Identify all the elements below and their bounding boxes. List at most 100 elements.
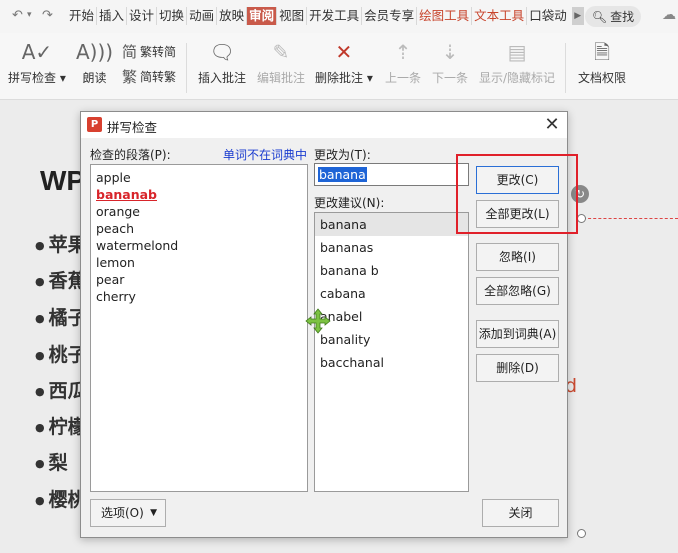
change-to-value: banana [318, 167, 367, 182]
paragraph-line: watermelond [96, 238, 179, 253]
tab[interactable]: 绘图工具 [416, 7, 471, 25]
resize-handle[interactable] [577, 529, 586, 538]
show-hide-markup-button[interactable]: ▤ 显示/隐藏标记 [479, 39, 555, 86]
suggestions-list[interactable]: banana bananas banana b cabana anabel banalit… [314, 212, 469, 492]
search-icon: 🔍︎ [591, 9, 608, 24]
cloud-icon[interactable]: ☁ [662, 7, 676, 23]
doc-permissions-button[interactable]: 🗎 文档权限 [578, 39, 626, 86]
simp-to-trad-button[interactable]: 繁 简转繁 [122, 66, 176, 87]
change-button[interactable]: 更改(C) [476, 166, 559, 194]
move-cursor-icon [305, 308, 331, 334]
previous-comment-button[interactable]: ⇡ 上一条 [385, 39, 421, 86]
suggestion-item[interactable]: banana [315, 213, 468, 236]
read-aloud-label: 朗读 [82, 71, 107, 85]
redo-icon[interactable]: ↷ [42, 8, 53, 23]
ribbon-toolbar: A✓ 拼写检查 ▾ A))) 朗读 简 繁转简 繁 简转繁 🗨 插入批注 ✎ 编… [0, 33, 678, 100]
doc-permissions-icon: 🗎 [593, 40, 611, 64]
paragraph-line: lemon [96, 255, 135, 270]
bullet-item: 柠檬 [35, 412, 87, 439]
misspelled-word: bananab [96, 187, 157, 202]
bullet-item: 樱桃 [35, 485, 87, 512]
edit-comment-button[interactable]: ✎ 编辑批注 [257, 39, 305, 86]
tab[interactable]: 动画 [186, 7, 216, 25]
change-all-button[interactable]: 全部更改(L) [476, 200, 559, 228]
ignore-button[interactable]: 忽略(I) [476, 243, 559, 271]
options-label: 选项(O) [101, 506, 144, 520]
tab[interactable]: 切换 [156, 7, 186, 25]
simp-to-trad-icon: 繁 [122, 68, 138, 86]
dialog-titlebar[interactable]: P 拼写检查 ✕ [81, 112, 567, 138]
chevron-down-icon: ▼ [150, 508, 157, 518]
suggestions-label: 更改建议(N): [314, 196, 385, 210]
tab[interactable]: 开始 [67, 7, 96, 25]
selection-border [583, 218, 678, 219]
spellcheck-icon: A✓ [21, 40, 53, 64]
ribbon-tab-bar: ↶ ▾ ↷ 开始 插入 设计 切换 动画 放映 审阅 视图 开发工具 会员专享 绘图工具 文本工具 口袋… [0, 0, 678, 33]
insert-comment-icon: 🗨 [209, 40, 235, 64]
tab[interactable]: 插入 [96, 7, 126, 25]
simp-to-trad-label: 简转繁 [140, 70, 177, 84]
tab-scroll-right-icon[interactable]: ▶ [571, 7, 584, 25]
edit-comment-icon: ✎ [272, 40, 290, 64]
delete-button[interactable]: 删除(D) [476, 354, 559, 382]
suggestion-item[interactable]: banality [315, 328, 468, 351]
next-icon: ⇣ [441, 40, 459, 64]
spellcheck-button[interactable]: A✓ 拼写检查 ▾ [8, 39, 66, 86]
ribbon-tabs: 开始 插入 设计 切换 动画 放映 审阅 视图 开发工具 会员专享 绘图工具 文本工具 口袋动 ▶ [67, 7, 584, 25]
suggestion-item[interactable]: banana b [315, 259, 468, 282]
paragraph-line: orange [96, 204, 140, 219]
show-hide-markup-label: 显示/隐藏标记 [479, 71, 556, 85]
paragraph-textbox[interactable]: apple bananab orange peach watermelond lemon p… [90, 164, 308, 492]
toolbar-divider [186, 43, 187, 93]
next-label: 下一条 [432, 71, 469, 85]
tab[interactable]: 审阅 [246, 7, 277, 25]
read-aloud-icon: A))) [76, 40, 114, 64]
doc-permissions-label: 文档权限 [578, 71, 627, 85]
search-label: 查找 [610, 10, 635, 24]
undo-dropdown-icon[interactable]: ▾ [27, 10, 32, 20]
paragraph-line: pear [96, 272, 125, 287]
delete-comment-button[interactable]: ✕ 删除批注 ▾ [315, 39, 373, 86]
tab[interactable]: 视图 [276, 7, 306, 25]
suggestion-item[interactable]: anabel [315, 305, 468, 328]
bullet-item: 桃子 [35, 340, 87, 367]
close-icon[interactable]: ✕ [540, 114, 564, 136]
insert-comment-label: 插入批注 [198, 71, 247, 85]
tab[interactable]: 口袋动 [526, 7, 569, 25]
change-to-input[interactable]: banana [314, 163, 469, 186]
undo-icon[interactable]: ↶ [12, 8, 23, 23]
add-to-dictionary-button[interactable]: 添加到词典(A) [476, 320, 559, 348]
previous-icon: ⇡ [394, 40, 412, 64]
paragraph-line: cherry [96, 289, 136, 304]
paragraph-line: apple [96, 170, 131, 185]
tab[interactable]: 设计 [126, 7, 156, 25]
paragraph-line: peach [96, 221, 135, 236]
suggestion-item[interactable]: cabana [315, 282, 468, 305]
delete-comment-icon: ✕ [335, 40, 353, 64]
suggestion-item[interactable]: bacchanal [315, 351, 468, 374]
search-button[interactable]: 🔍︎ 查找 [585, 6, 641, 27]
tab[interactable]: 文本工具 [471, 7, 526, 25]
read-aloud-button[interactable]: A))) 朗读 [76, 39, 113, 86]
app-logo-icon: P [87, 117, 102, 132]
not-in-dictionary-label: 单词不在词典中 [223, 148, 308, 162]
options-button[interactable]: 选项(O) ▼ [90, 499, 166, 527]
tab[interactable]: 会员专享 [361, 7, 416, 25]
tab[interactable]: 放映 [216, 7, 246, 25]
suggestion-item[interactable]: bananas [315, 236, 468, 259]
paragraph-label: 检查的段落(P): [90, 148, 171, 162]
bullet-item: 梨 [35, 448, 68, 475]
trad-to-simp-button[interactable]: 简 繁转简 [122, 41, 176, 62]
insert-comment-button[interactable]: 🗨 插入批注 [198, 39, 246, 86]
bullet-item: 橘子 [35, 303, 87, 330]
close-button[interactable]: 关闭 [482, 499, 559, 527]
slide-title: WP [40, 165, 86, 196]
toolbar-divider [565, 43, 566, 93]
bullet-item: 西瓜 [35, 376, 87, 403]
next-comment-button[interactable]: ⇣ 下一条 [432, 39, 468, 86]
ignore-all-button[interactable]: 全部忽略(G) [476, 277, 559, 305]
tab[interactable]: 开发工具 [306, 7, 361, 25]
resize-handle[interactable] [577, 214, 586, 223]
trad-to-simp-icon: 简 [122, 43, 138, 61]
bullet-item: 香蕉 [35, 266, 87, 293]
